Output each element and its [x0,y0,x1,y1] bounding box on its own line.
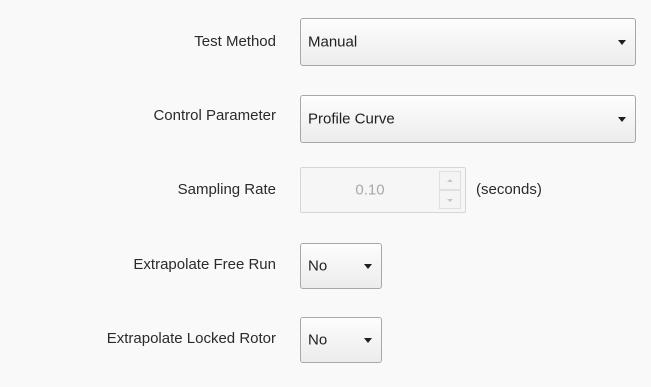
spin-up-button[interactable] [439,171,461,190]
extrapolate-free-run-value: No [308,257,328,275]
test-settings-form: Test Method Manual Control Parameter Pro… [0,0,651,387]
chevron-down-icon [618,117,626,122]
extrapolate-locked-rotor-value: No [308,331,328,349]
sampling-rate-value: 0.10 [355,181,385,199]
spin-down-button[interactable] [439,190,461,209]
sampling-rate-spinner[interactable]: 0.10 [300,167,466,213]
spin-down-icon [447,198,453,202]
test-method-label: Test Method [194,33,276,50]
control-parameter-value: Profile Curve [308,110,395,128]
extrapolate-free-run-dropdown[interactable]: No [300,243,382,289]
extrapolate-free-run-label: Extrapolate Free Run [133,256,276,273]
sampling-rate-units: (seconds) [476,181,542,198]
extrapolate-locked-rotor-dropdown[interactable]: No [300,317,382,363]
extrapolate-locked-rotor-label: Extrapolate Locked Rotor [106,330,276,347]
test-method-dropdown[interactable]: Manual [300,18,636,66]
chevron-down-icon [364,338,372,343]
sampling-rate-label: Sampling Rate [177,181,276,198]
spin-up-icon [447,178,453,182]
test-method-value: Manual [308,33,358,51]
spinner-buttons [439,171,461,209]
control-parameter-label: Control Parameter [153,107,276,124]
control-parameter-dropdown[interactable]: Profile Curve [300,95,636,143]
chevron-down-icon [364,264,372,269]
chevron-down-icon [618,40,626,45]
